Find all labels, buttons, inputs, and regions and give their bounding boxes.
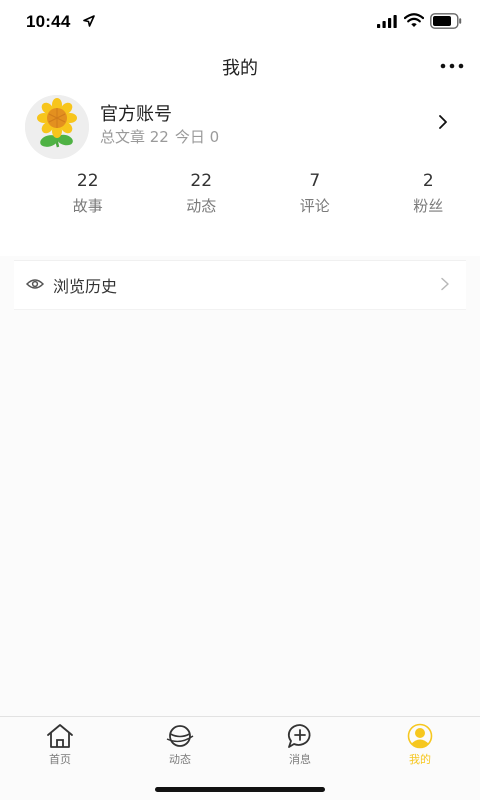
browse-history-row[interactable]: 浏览历史: [14, 261, 466, 309]
more-icon[interactable]: [438, 58, 466, 74]
status-time: 10:44: [26, 12, 71, 31]
stat-stories[interactable]: 22 故事: [0, 168, 140, 228]
tab-feed[interactable]: 动态: [120, 723, 240, 771]
tab-label: 消息: [289, 753, 311, 766]
account-meta: 总文章 22 今日 0: [100, 126, 219, 147]
home-indicator: [155, 787, 325, 792]
browse-history-label: 浏览历史: [53, 277, 118, 296]
tab-home[interactable]: 首页: [0, 723, 120, 771]
page-title: 我的: [222, 58, 258, 79]
stat-fans[interactable]: 2 粉丝: [367, 168, 480, 228]
tab-label: 首页: [49, 753, 71, 766]
stat-label: 动态: [186, 197, 217, 215]
stat-label: 粉丝: [413, 197, 444, 215]
tab-label: 我的: [409, 753, 431, 766]
tab-mine[interactable]: 我的: [360, 723, 480, 771]
wifi-icon: [404, 13, 424, 27]
planet-icon: [166, 725, 194, 747]
chat-add-icon: [287, 724, 311, 748]
cellular-signal-icon: [377, 15, 397, 28]
sunflower-icon: [25, 95, 89, 159]
chevron-right-icon: [441, 277, 449, 291]
user-icon: [407, 723, 433, 749]
nav-bar: 我的: [0, 44, 480, 88]
tab-label: 动态: [169, 753, 191, 766]
chevron-right-icon[interactable]: [437, 114, 449, 130]
total-articles: 总文章 22: [100, 128, 169, 146]
location-arrow-icon: [83, 15, 95, 27]
stat-value: 2: [422, 171, 434, 191]
row-divider: [14, 309, 466, 310]
stat-label: 故事: [72, 197, 103, 215]
tab-messages[interactable]: 消息: [240, 723, 360, 771]
profile-section: 官方账号 总文章 22 今日 0 22 故事 22 动态 7 评论 2 粉丝: [0, 88, 480, 256]
status-bar: 10:44: [0, 0, 480, 44]
avatar[interactable]: [25, 95, 89, 159]
stat-label: 评论: [299, 197, 330, 215]
eye-icon: [26, 279, 44, 289]
stat-value: 22: [190, 171, 213, 191]
stats-row: 22 故事 22 动态 7 评论 2 粉丝: [0, 168, 480, 228]
stat-value: 22: [76, 171, 99, 191]
home-icon: [47, 724, 73, 748]
account-name[interactable]: 官方账号: [100, 100, 172, 126]
stat-posts[interactable]: 22 动态: [140, 168, 254, 228]
battery-icon: [430, 13, 462, 29]
stat-value: 7: [309, 171, 321, 191]
stat-comments[interactable]: 7 评论: [253, 168, 367, 228]
today-count: 今日 0: [174, 128, 220, 146]
